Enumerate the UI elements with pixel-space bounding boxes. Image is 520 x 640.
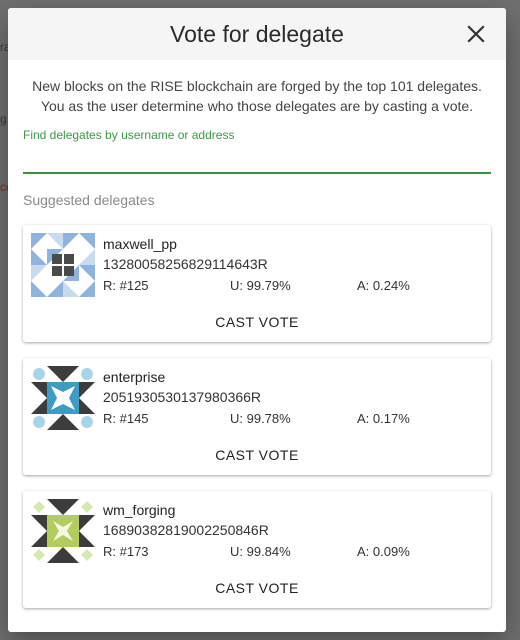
delegate-card: wm_forging 16890382819002250846R R: #173… [23,491,491,608]
delegate-address: 2051930530137980366R [103,389,262,405]
search-label: Find delegates by username or address [23,128,235,142]
cast-vote-button[interactable]: CAST VOTE [23,302,491,342]
delegate-rank: R: #125 [103,278,149,293]
delegate-rank: R: #173 [103,544,149,559]
delegate-list: maxwell_pp 13280058256829114643R R: #125… [8,225,506,608]
delegate-avatar [31,499,95,563]
delegate-approval: A: 0.24% [357,278,410,293]
suggested-delegates-title: Suggested delegates [23,192,155,208]
delegate-card: enterprise 2051930530137980366R R: #145 … [23,358,491,475]
dialog-header: Vote for delegate [8,8,506,60]
delegate-card: maxwell_pp 13280058256829114643R R: #125… [23,225,491,342]
delegate-address: 16890382819002250846R [103,522,269,538]
delegate-rank: R: #145 [103,411,149,426]
cast-vote-button[interactable]: CAST VOTE [23,568,491,608]
cast-vote-button[interactable]: CAST VOTE [23,435,491,475]
search-input[interactable] [23,142,491,174]
delegate-uptime: U: 99.84% [230,544,291,559]
delegate-approval: A: 0.17% [357,411,410,426]
close-button[interactable] [462,20,490,48]
vote-dialog: Vote for delegate New blocks on the RISE… [8,8,506,632]
close-icon [467,25,485,43]
delegate-search: Find delegates by username or address [23,128,491,174]
dialog-intro: New blocks on the RISE blockchain are fo… [32,78,482,114]
delegate-avatar [31,233,95,297]
delegate-address: 13280058256829114643R [103,256,268,272]
delegate-uptime: U: 99.79% [230,278,291,293]
background-text-fragment: g [0,112,7,126]
delegate-uptime: U: 99.78% [230,411,291,426]
delegate-avatar [31,366,95,430]
dialog-title: Vote for delegate [170,20,344,47]
delegate-approval: A: 0.09% [357,544,410,559]
delegate-username: enterprise [103,369,166,385]
delegate-username: wm_forging [103,502,176,518]
delegate-username: maxwell_pp [103,236,177,252]
